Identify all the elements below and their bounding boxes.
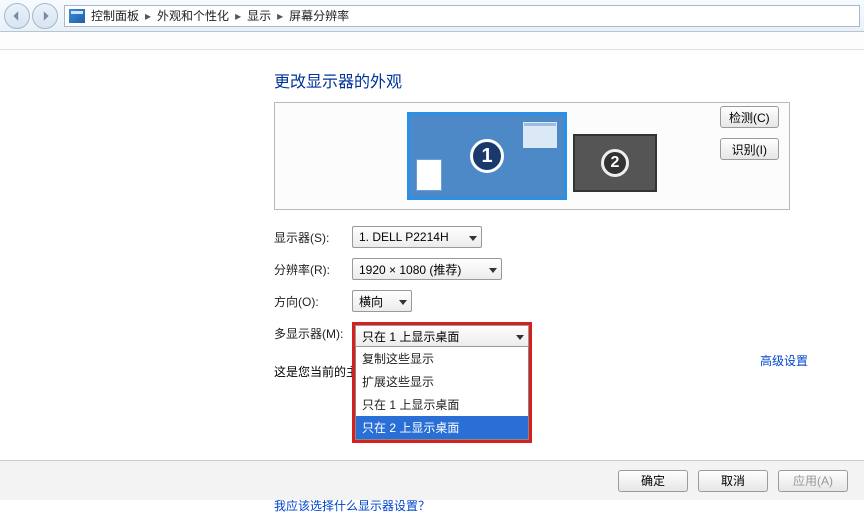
chevron-down-icon: [489, 262, 497, 276]
page-title: 更改显示器的外观: [274, 68, 834, 92]
display-select[interactable]: 1. DELL P2214H: [352, 226, 482, 248]
multidisplay-option[interactable]: 复制这些显示: [356, 347, 528, 370]
chevron-down-icon: [516, 329, 524, 343]
orientation-select[interactable]: 横向: [352, 290, 412, 312]
control-panel-icon: [69, 9, 85, 23]
breadcrumb-item[interactable]: 外观和个性化: [157, 7, 229, 24]
monitor-2[interactable]: 2: [573, 134, 657, 192]
detect-button[interactable]: 检测(C): [720, 106, 779, 128]
chevron-right-icon: ▸: [235, 9, 241, 23]
monitor-1[interactable]: 1: [407, 112, 567, 200]
breadcrumb-item[interactable]: 屏幕分辨率: [289, 7, 349, 24]
toolbar-strip: [0, 32, 864, 50]
monitor-number-badge: 2: [601, 149, 629, 177]
breadcrumb-item[interactable]: 控制面板: [91, 7, 139, 24]
display-select-value: 1. DELL P2214H: [359, 230, 449, 244]
apply-button[interactable]: 应用(A): [778, 470, 848, 492]
chevron-down-icon: [399, 294, 407, 308]
cancel-button[interactable]: 取消: [698, 470, 768, 492]
which-display-link[interactable]: 我应该选择什么显示器设置？: [274, 499, 430, 513]
back-button[interactable]: [4, 3, 30, 29]
monitor-number-badge: 1: [470, 139, 504, 173]
display-label: 显示器(S):: [274, 229, 352, 246]
chevron-right-icon: ▸: [277, 9, 283, 23]
orientation-label: 方向(O):: [274, 293, 352, 310]
arrow-right-icon: [39, 10, 51, 22]
window-thumbnail-icon: [522, 121, 558, 149]
multidisplay-options-list: 复制这些显示 扩展这些显示 只在 1 上显示桌面 只在 2 上显示桌面: [355, 347, 529, 440]
resolution-row: 分辨率(R): 1920 × 1080 (推荐): [274, 258, 834, 280]
ok-button[interactable]: 确定: [618, 470, 688, 492]
arrow-left-icon: [11, 10, 23, 22]
monitor-preview-panel: 1 2: [274, 102, 790, 210]
multidisplay-select-value: 只在 1 上显示桌面: [362, 328, 459, 345]
address-bar: 控制面板 ▸ 外观和个性化 ▸ 显示 ▸ 屏幕分辨率: [0, 0, 864, 32]
multidisplay-select[interactable]: 只在 1 上显示桌面: [355, 325, 529, 347]
multidisplay-dropdown-open: 只在 1 上显示桌面 复制这些显示 扩展这些显示 只在 1 上显示桌面 只在 2…: [352, 322, 532, 443]
multidisplay-option[interactable]: 扩展这些显示: [356, 370, 528, 393]
multidisplay-option[interactable]: 只在 2 上显示桌面: [356, 416, 528, 439]
multidisplay-option[interactable]: 只在 1 上显示桌面: [356, 393, 528, 416]
preview-side-buttons: 检测(C) 识别(I): [720, 106, 779, 160]
monitor-preview-wrap: 1 2: [274, 102, 790, 210]
orientation-select-value: 横向: [359, 293, 383, 310]
resolution-select[interactable]: 1920 × 1080 (推荐): [352, 258, 502, 280]
forward-button[interactable]: [32, 3, 58, 29]
dialog-button-bar: 确定 取消 应用(A): [0, 460, 864, 500]
advanced-settings-link[interactable]: 高级设置: [760, 352, 808, 369]
orientation-row: 方向(O): 横向: [274, 290, 834, 312]
multidisplay-label: 多显示器(M):: [274, 322, 352, 342]
chevron-right-icon: ▸: [145, 9, 151, 23]
chevron-down-icon: [469, 230, 477, 244]
breadcrumb-item[interactable]: 显示: [247, 7, 271, 24]
display-row: 显示器(S): 1. DELL P2214H: [274, 226, 834, 248]
resolution-label: 分辨率(R):: [274, 261, 352, 278]
breadcrumb[interactable]: 控制面板 ▸ 外观和个性化 ▸ 显示 ▸ 屏幕分辨率: [64, 5, 860, 27]
identify-button[interactable]: 识别(I): [720, 138, 779, 160]
resolution-select-value: 1920 × 1080 (推荐): [359, 261, 461, 278]
